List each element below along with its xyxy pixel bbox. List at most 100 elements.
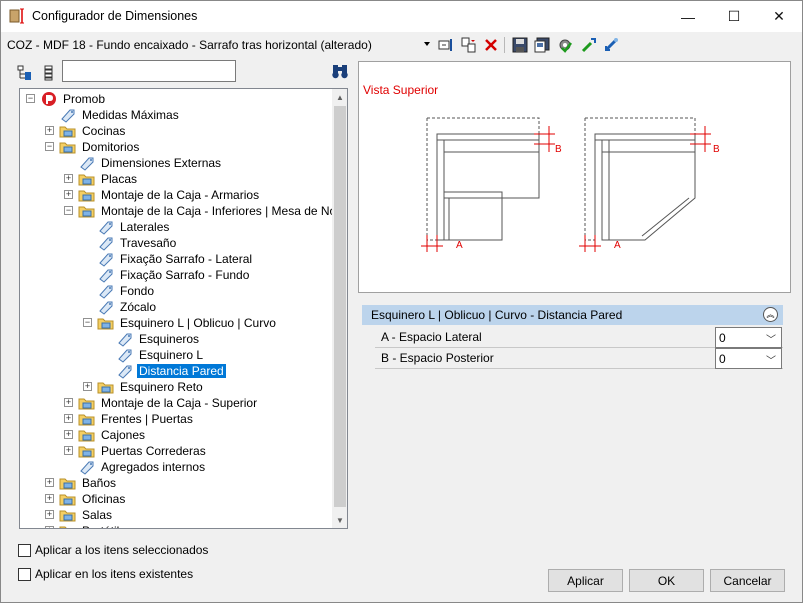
tree-node-label[interactable]: Puertas Correderas <box>99 444 208 458</box>
expand-node-icon[interactable]: + <box>45 494 54 503</box>
expand-tree-icon[interactable] <box>17 65 33 81</box>
tree-node-label[interactable]: Portátiles <box>80 524 134 528</box>
collapse-tree-icon[interactable] <box>41 65 57 81</box>
collapse-section-icon[interactable]: ︽ <box>763 307 778 322</box>
expand-node-icon[interactable]: + <box>64 414 73 423</box>
scroll-thumb[interactable] <box>334 106 346 507</box>
scroll-up-arrow[interactable]: ▲ <box>332 89 347 105</box>
apply-selected-checkbox[interactable] <box>18 543 31 557</box>
chevron-down-icon[interactable]: ﹀ <box>766 352 776 367</box>
tree-node-label[interactable]: Dimensiones Externas <box>99 156 223 170</box>
collapse-node-icon[interactable]: − <box>45 142 54 151</box>
tree-node-label[interactable]: Esquinero Reto <box>118 380 205 394</box>
tree-node-label[interactable]: Montaje de la Caja - Superior <box>99 396 259 410</box>
tree-node[interactable]: Montaje de la Caja - Inferiores | Mesa d… <box>78 203 332 219</box>
tree-node-label[interactable]: Frentes | Puertas <box>99 412 195 426</box>
tree-node-label[interactable]: Fondo <box>118 284 156 298</box>
expand-node-icon[interactable]: + <box>64 446 73 455</box>
tree-node[interactable]: Promob <box>40 91 107 107</box>
tree-node-label[interactable]: Distancia Pared <box>137 364 226 378</box>
expand-node-icon[interactable]: + <box>64 174 73 183</box>
tree-node[interactable]: Fondo <box>97 283 156 299</box>
save-as-icon[interactable] <box>533 36 551 54</box>
tree-node[interactable]: Travesaño <box>97 235 178 251</box>
apply-selected-option[interactable]: Aplicar a los itens seleccionados <box>18 542 208 558</box>
rename-icon[interactable] <box>437 36 455 54</box>
tree-node-label[interactable]: Medidas Máximas <box>80 108 181 122</box>
tree-search-input[interactable] <box>62 60 236 82</box>
tree-node[interactable]: Placas <box>78 171 139 187</box>
import-icon[interactable] <box>580 36 598 54</box>
expand-node-icon[interactable]: + <box>64 430 73 439</box>
close-button[interactable]: ✕ <box>756 1 802 32</box>
tree-node-label[interactable]: Montaje de la Caja - Armarios <box>99 188 261 202</box>
espacio-lateral-select[interactable]: 0 ﹀ <box>715 327 782 348</box>
tree-node-label[interactable]: Promob <box>61 92 107 106</box>
expand-node-icon[interactable]: + <box>83 382 92 391</box>
tree-node-label[interactable]: Agregados internos <box>99 460 207 474</box>
tree-node[interactable]: Cocinas <box>59 123 127 139</box>
tree-node-label[interactable]: Montaje de la Caja - Inferiores | Mesa d… <box>99 204 332 218</box>
tree-node-label[interactable]: Salas <box>80 508 114 522</box>
tree-node[interactable]: Agregados internos <box>78 459 207 475</box>
tree-node[interactable]: Puertas Correderas <box>78 443 208 459</box>
settings-icon[interactable] <box>556 36 574 54</box>
tree-node[interactable]: Esquinero L | Oblicuo | Curvo <box>97 315 278 331</box>
tree-node[interactable]: Oficinas <box>59 491 127 507</box>
chevron-down-icon[interactable]: ﹀ <box>766 331 776 346</box>
apply-existing-checkbox[interactable] <box>18 567 31 581</box>
tree-node-label[interactable]: Laterales <box>118 220 171 234</box>
tree-node-label[interactable]: Cocinas <box>80 124 127 138</box>
duplicate-icon[interactable] <box>460 36 478 54</box>
tree-node[interactable]: Baños <box>59 475 118 491</box>
export-icon[interactable] <box>602 36 620 54</box>
tree-node-label[interactable]: Placas <box>99 172 139 186</box>
apply-selected-label[interactable]: Aplicar a los itens seleccionados <box>35 543 208 557</box>
expand-node-icon[interactable]: + <box>64 190 73 199</box>
tree-node[interactable]: Domitorios <box>59 139 141 155</box>
tree-node[interactable]: Fixação Sarrafo - Fundo <box>97 267 251 283</box>
tree-node[interactable]: Fixação Sarrafo - Lateral <box>97 251 254 267</box>
tree-node[interactable]: Laterales <box>97 219 171 235</box>
tree-node-label[interactable]: Esquinero L | Oblicuo | Curvo <box>118 316 278 330</box>
scroll-down-arrow[interactable]: ▼ <box>332 512 347 528</box>
collapse-node-icon[interactable]: − <box>64 206 73 215</box>
apply-existing-option[interactable]: Aplicar en los itens existentes <box>18 566 193 582</box>
tree-node[interactable]: Montaje de la Caja - Superior <box>78 395 259 411</box>
tree-node-label[interactable]: Baños <box>80 476 118 490</box>
apply-button[interactable]: Aplicar <box>548 569 623 592</box>
tree-node-label[interactable]: Fixação Sarrafo - Fundo <box>118 268 251 282</box>
expand-node-icon[interactable]: + <box>64 398 73 407</box>
tree-node[interactable]: Dimensiones Externas <box>78 155 223 171</box>
tree-node[interactable]: Esquineros <box>116 331 201 347</box>
tree-node[interactable]: Esquinero L <box>116 347 205 363</box>
chevron-down-icon[interactable] <box>424 42 430 46</box>
tree-node-label[interactable]: Esquinero L <box>137 348 205 362</box>
tree-node-label[interactable]: Zócalo <box>118 300 158 314</box>
tree-node[interactable]: Frentes | Puertas <box>78 411 195 427</box>
tree-scrollbar[interactable]: ▲ ▼ <box>332 89 347 528</box>
maximize-button[interactable]: ☐ <box>711 1 757 32</box>
tree-node-label[interactable]: Esquineros <box>137 332 201 346</box>
section-header[interactable]: Esquinero L | Oblicuo | Curvo - Distanci… <box>362 305 783 325</box>
binoculars-icon[interactable] <box>331 63 349 79</box>
tree-node-label[interactable]: Travesaño <box>118 236 178 250</box>
tree-node-label[interactable]: Fixação Sarrafo - Lateral <box>118 252 254 266</box>
collapse-node-icon[interactable]: − <box>83 318 92 327</box>
tree-node[interactable]: Cajones <box>78 427 147 443</box>
tree-node-label[interactable]: Oficinas <box>80 492 127 506</box>
tree-node[interactable]: Medidas Máximas <box>59 107 181 123</box>
tree-node[interactable]: Salas <box>59 507 114 523</box>
tree-node[interactable]: Esquinero Reto <box>97 379 205 395</box>
configuration-selector[interactable]: COZ - MDF 18 - Fundo encaixado - Sarrafo… <box>7 38 372 52</box>
expand-node-icon[interactable]: + <box>45 126 54 135</box>
category-tree[interactable]: − Promob Medidas Máximas + Cocinas − Domitorio… <box>19 88 348 529</box>
minimize-button[interactable]: — <box>665 1 711 32</box>
cancel-button[interactable]: Cancelar <box>710 569 785 592</box>
expand-node-icon[interactable]: + <box>45 478 54 487</box>
delete-icon[interactable] <box>482 36 500 54</box>
tree-node[interactable]: Zócalo <box>97 299 158 315</box>
expand-node-icon[interactable]: + <box>45 510 54 519</box>
collapse-node-icon[interactable]: − <box>26 94 35 103</box>
tree-node[interactable]: Distancia Pared <box>116 363 226 379</box>
